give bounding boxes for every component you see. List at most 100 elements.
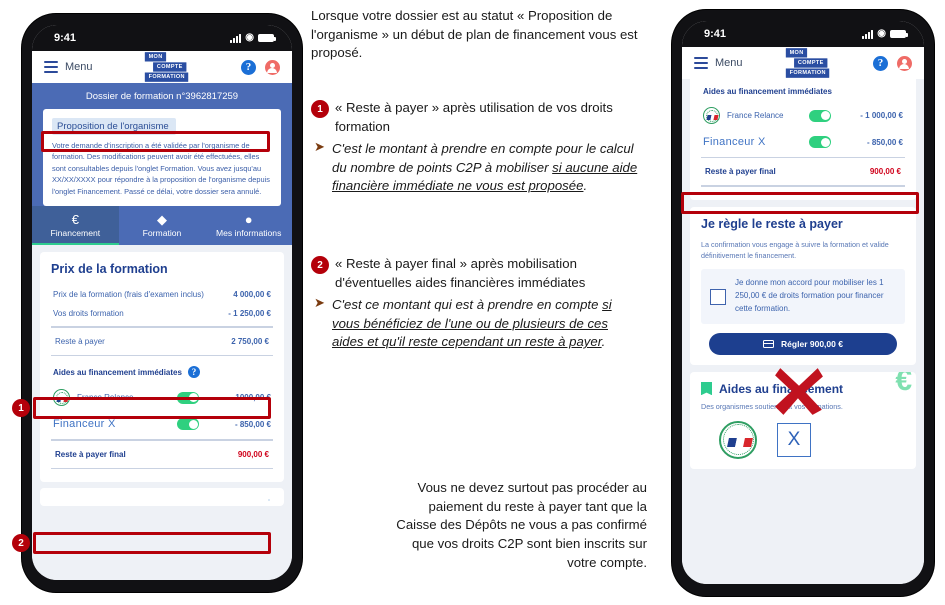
price-card-title: Prix de la formation bbox=[51, 262, 168, 277]
aid-name-block: France Relance bbox=[53, 389, 177, 407]
bottom-strip bbox=[40, 487, 284, 506]
item1-detail-end: . bbox=[583, 178, 588, 194]
aid-row-financeur-x: Financeur X - 850,00 € bbox=[701, 130, 905, 154]
hamburger-menu-icon[interactable] bbox=[44, 61, 58, 73]
divider bbox=[51, 439, 273, 441]
status-badge: Proposition de l'organisme bbox=[52, 118, 176, 135]
app-header: Menu MON COMPTE FORMATION ? bbox=[32, 51, 292, 83]
consent-checkbox-block[interactable]: Je donne mon accord pour mobiliser les 1… bbox=[701, 269, 905, 324]
aid-amount: - 850,00 € bbox=[234, 419, 271, 429]
consent-label: Je donne mon accord pour mobiliser les 1… bbox=[735, 278, 884, 313]
right-phone-screen: 9:41 ◉ Menu MON COMPTE FORMATION ? Aides… bbox=[682, 21, 924, 584]
price-row-value: 4 000,00 € bbox=[233, 290, 271, 300]
credit-card-icon bbox=[763, 339, 775, 348]
reste-a-payer-row: Reste à payer 2 750,00 € bbox=[51, 331, 273, 352]
dossier-banner: Dossier de formation n°3962817259 Propos… bbox=[32, 83, 292, 207]
aides-label-text: Aides au financement immédiates bbox=[53, 367, 182, 377]
battery-icon bbox=[890, 30, 908, 38]
tab-financement-label: Financement bbox=[50, 228, 101, 239]
pay-button[interactable]: Régler 900,00 € bbox=[709, 332, 897, 355]
menu-label: Menu bbox=[65, 61, 93, 73]
tab-formation-label: Formation bbox=[142, 228, 182, 239]
price-row-label: Prix de la formation (frais d'examen inc… bbox=[53, 290, 204, 300]
tab-financement[interactable]: € Financement bbox=[32, 206, 119, 246]
aides-label-text: Aides au financement immédiates bbox=[703, 87, 832, 96]
annotation-warning-text: Vous ne devez surtout pas procéder au pa… bbox=[396, 480, 647, 570]
divider bbox=[51, 354, 273, 357]
reste-a-payer-label: Reste à payer bbox=[55, 336, 105, 346]
reste-final-value: 900,00 € bbox=[869, 167, 901, 177]
price-row-label: Vos droits formation bbox=[53, 309, 124, 319]
reste-a-payer-value: 2 750,00 € bbox=[231, 336, 269, 346]
consent-checkbox[interactable] bbox=[710, 288, 726, 305]
price-row-value: - 1 250,00 € bbox=[228, 309, 271, 319]
annotation-intro-text: Lorsque votre dossier est au statut « Pr… bbox=[311, 8, 638, 61]
aid-toggle[interactable] bbox=[177, 418, 199, 431]
price-card: Prix de la formation Prix de la formatio… bbox=[40, 252, 284, 482]
status-bar-indicators: ◉ bbox=[862, 29, 908, 39]
aid-toggle[interactable] bbox=[809, 109, 831, 122]
tab-bar: € Financement ◆ Formation ● Mes informat… bbox=[32, 206, 292, 246]
left-phone-mockup: 9:41 ◉ Menu MON COMPTE FORMATION ? Dossi… bbox=[22, 14, 302, 592]
cellular-signal-icon bbox=[230, 33, 242, 43]
logo-line-3: FORMATION bbox=[785, 68, 830, 78]
arrow-bullet-icon: ➤ bbox=[314, 139, 325, 154]
annotation-badge-1-text: 1 bbox=[311, 100, 329, 118]
aid-label: France Relance bbox=[727, 111, 784, 120]
user-account-icon[interactable] bbox=[264, 59, 280, 75]
aid-row-financeur-x: Financeur X - 850,00 € bbox=[51, 412, 273, 436]
annotation-item1-heading: « Reste à payer » après utilisation de v… bbox=[335, 100, 613, 134]
left-screen-content: Prix de la formation Prix de la formatio… bbox=[32, 245, 292, 580]
logo-line-1: MON bbox=[785, 48, 808, 58]
help-icon[interactable]: ? bbox=[187, 366, 200, 379]
settle-card-title: Je règle le reste à payer bbox=[701, 216, 843, 231]
help-icon[interactable]: ? bbox=[872, 55, 888, 71]
dossier-status-card: Proposition de l'organisme Votre demande… bbox=[43, 109, 281, 207]
settle-card: Je règle le reste à payer La confirmatio… bbox=[690, 206, 916, 365]
menu-label: Menu bbox=[715, 57, 743, 69]
menu-button[interactable]: Menu bbox=[44, 61, 93, 73]
pay-button-label: Régler 900,00 € bbox=[781, 338, 843, 349]
aid-amount: - 1000,00 € bbox=[230, 393, 271, 403]
help-icon[interactable]: ? bbox=[240, 59, 256, 75]
reste-a-payer-final-row: Reste à payer final 900,00 € bbox=[701, 161, 905, 182]
hamburger-menu-icon[interactable] bbox=[694, 57, 708, 69]
logo-line-2: COMPTE bbox=[153, 62, 187, 72]
user-account-icon[interactable] bbox=[896, 55, 912, 71]
status-bar-time: 9:41 bbox=[704, 28, 727, 40]
battery-icon bbox=[258, 34, 276, 42]
status-description: Votre demande d'inscription a été validé… bbox=[52, 141, 270, 196]
annotation-badge-2-text: 2 bbox=[311, 256, 329, 274]
menu-button[interactable]: Menu bbox=[694, 57, 743, 69]
dossier-title: Dossier de formation n°3962817259 bbox=[85, 91, 239, 102]
divider bbox=[51, 326, 273, 328]
left-phone-screen: 9:41 ◉ Menu MON COMPTE FORMATION ? Dossi… bbox=[32, 25, 292, 580]
tab-formation[interactable]: ◆ Formation bbox=[119, 206, 206, 245]
settle-card-subtitle: La confirmation vous engage à suivre la … bbox=[701, 239, 889, 260]
france-relance-logo bbox=[53, 389, 70, 407]
aid-name-block: France Relance bbox=[703, 107, 809, 124]
euro-watermark-icon: € bbox=[895, 371, 912, 397]
logo-line-1: MON bbox=[144, 52, 167, 62]
logo-line-2: COMPTE bbox=[794, 58, 828, 68]
france-relance-logo[interactable] bbox=[719, 420, 757, 459]
price-row-droits: Vos droits formation - 1 250,00 € bbox=[51, 304, 273, 323]
wifi-icon: ◉ bbox=[245, 32, 254, 43]
divider bbox=[51, 467, 273, 469]
tab-mes-informations[interactable]: ● Mes informations bbox=[205, 206, 292, 245]
cellular-signal-icon bbox=[862, 29, 874, 39]
item2-detail-end: . bbox=[601, 334, 606, 350]
aid-amount: - 850,00 € bbox=[866, 137, 903, 147]
aid-name-block: Financeur X bbox=[53, 418, 177, 430]
status-bar: 9:41 ◉ bbox=[32, 25, 292, 51]
divider bbox=[701, 185, 905, 187]
divider bbox=[701, 157, 905, 159]
aid-toggle[interactable] bbox=[177, 391, 199, 404]
euro-icon: € bbox=[71, 212, 79, 228]
item2-detail-plain: C'est ce montant qui est à prendre en co… bbox=[332, 297, 603, 312]
aid-toggle[interactable] bbox=[809, 136, 831, 148]
graduation-cap-icon: ◆ bbox=[157, 212, 167, 228]
aides-section-label: Aides au financement immédiates ? bbox=[51, 359, 273, 383]
annotation-badge-1: 1 bbox=[12, 399, 30, 417]
financeur-x-logo[interactable]: X bbox=[777, 422, 811, 457]
